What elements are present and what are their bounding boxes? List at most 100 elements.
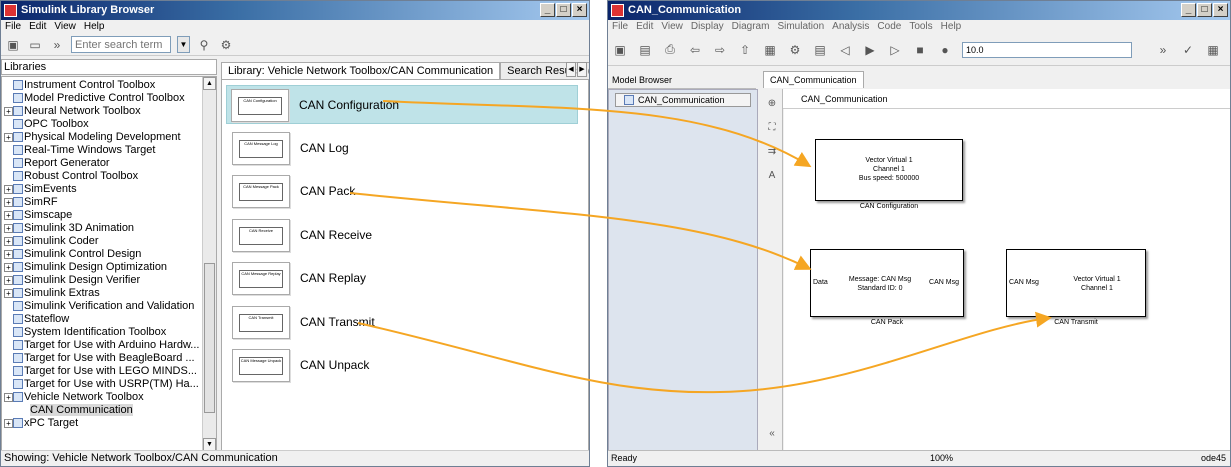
block-thumbnail[interactable]: CAN Message Replay (232, 262, 290, 295)
tab-scroll-left-icon[interactable]: ◀ (566, 62, 576, 77)
open-folder-icon[interactable]: ▭ (27, 37, 43, 53)
expand-icon[interactable]: + (4, 211, 13, 220)
tree-item[interactable]: Simulink Verification and Validation (2, 300, 216, 313)
library-block[interactable]: CAN Transmit CAN Transmit (228, 303, 578, 342)
up-icon[interactable]: ⇧ (737, 42, 753, 58)
scroll-up-icon[interactable]: ▲ (203, 77, 216, 90)
back-icon[interactable]: ⇦ (687, 42, 703, 58)
canvas-block-config[interactable]: Vector Virtual 1 Channel 1 Bus speed: 50… (815, 139, 963, 201)
lib-menu-edit[interactable]: Edit (29, 20, 46, 34)
expand-icon[interactable]: + (4, 419, 13, 428)
browser-item-model[interactable]: CAN_Communication (615, 93, 751, 107)
tree-scrollbar[interactable]: ▲ ▼ (202, 77, 216, 451)
tree-item[interactable]: + Simulink Design Optimization (2, 261, 216, 274)
tree-item[interactable]: + SimEvents (2, 183, 216, 196)
expand-icon[interactable]: + (4, 276, 13, 285)
model-minimize-button[interactable]: _ (1181, 3, 1196, 17)
library-block[interactable]: CAN Message Log CAN Log (228, 129, 578, 168)
tree-item[interactable]: Real-Time Windows Target (2, 144, 216, 157)
fit-view-icon[interactable]: ⛶ (765, 121, 779, 135)
expand-icon[interactable]: + (4, 224, 13, 233)
expand-icon[interactable]: + (4, 133, 13, 142)
tree-item[interactable]: Target for Use with USRP(TM) Ha... (2, 378, 216, 391)
model-menu-file[interactable]: File (612, 20, 628, 34)
tree-item[interactable]: + Vehicle Network Toolbox (2, 391, 216, 404)
model-menu-simulation[interactable]: Simulation (777, 20, 824, 34)
tree-item[interactable]: OPC Toolbox (2, 118, 216, 131)
tree-item[interactable]: + Neural Network Toolbox (2, 105, 216, 118)
save-icon[interactable]: ▤ (637, 42, 653, 58)
model-canvas[interactable]: Vector Virtual 1 Channel 1 Bus speed: 50… (784, 109, 1230, 451)
lib-menu-file[interactable]: File (5, 20, 21, 34)
maximize-button[interactable]: □ (556, 3, 571, 17)
tree-item[interactable]: Robust Control Toolbox (2, 170, 216, 183)
expand-icon[interactable]: + (4, 393, 13, 402)
stop-icon[interactable]: ■ (912, 42, 928, 58)
library-block[interactable]: CAN Receive CAN Receive (228, 216, 578, 255)
model-close-button[interactable]: × (1213, 3, 1228, 17)
check-icon[interactable]: ✓ (1180, 42, 1196, 58)
model-maximize-button[interactable]: □ (1197, 3, 1212, 17)
overflow-chevron-icon[interactable]: » (49, 37, 65, 53)
model-menu-analysis[interactable]: Analysis (832, 20, 869, 34)
tree-item[interactable]: + Simulink Coder (2, 235, 216, 248)
tree-item[interactable]: + Physical Modeling Development (2, 131, 216, 144)
tree-item[interactable]: CAN Communication (2, 404, 216, 417)
tree-item[interactable]: Report Generator (2, 157, 216, 170)
step-back-icon[interactable]: ◁ (837, 42, 853, 58)
library-titlebar[interactable]: Simulink Library Browser _ □ × (1, 1, 589, 20)
tree-item[interactable]: + Simulink Extras (2, 287, 216, 300)
new-model-icon[interactable]: ▣ (5, 37, 21, 53)
scroll-thumb[interactable] (204, 263, 215, 413)
block-thumbnail[interactable]: CAN Message Pack (232, 175, 290, 208)
tree-item[interactable]: + Simulink Design Verifier (2, 274, 216, 287)
tree-item[interactable]: Target for Use with LEGO MINDS... (2, 365, 216, 378)
model-menu-view[interactable]: View (661, 20, 683, 34)
annotation-icon[interactable]: A (765, 169, 779, 183)
tree-item[interactable]: Target for Use with BeagleBoard ... (2, 352, 216, 365)
block-thumbnail[interactable]: CAN Transmit (232, 305, 290, 339)
route-icon[interactable]: ⇉ (765, 145, 779, 159)
model-menu-diagram[interactable]: Diagram (732, 20, 770, 34)
library-block[interactable]: CAN Message Pack CAN Pack (228, 172, 578, 211)
tree-item[interactable]: System Identification Toolbox (2, 326, 216, 339)
block-thumbnail[interactable]: CAN Message Log (232, 131, 290, 165)
tree-item[interactable]: Instrument Control Toolbox (2, 79, 216, 92)
step-forward-icon[interactable]: ▷ (887, 42, 903, 58)
record-icon[interactable]: ● (937, 42, 953, 58)
library-block[interactable]: CAN Configuration CAN Configuration (226, 85, 578, 124)
grid-icon[interactable]: ▦ (1205, 42, 1221, 58)
zoom-in-icon[interactable]: ⊕ (765, 97, 779, 111)
model-explorer-icon[interactable]: ▤ (812, 42, 828, 58)
tree-item[interactable]: + SimRF (2, 196, 216, 209)
overflow-chevron-icon[interactable]: » (1155, 42, 1171, 58)
library-block[interactable]: CAN Message Replay CAN Replay (228, 259, 578, 298)
stop-time-input[interactable] (962, 41, 1132, 58)
model-menu-help[interactable]: Help (941, 20, 962, 34)
model-menu-display[interactable]: Display (691, 20, 724, 34)
expand-icon[interactable]: + (4, 263, 13, 272)
tree-item[interactable]: Stateflow (2, 313, 216, 326)
expand-icon[interactable]: + (4, 289, 13, 298)
expand-icon[interactable]: + (4, 198, 13, 207)
expand-icon[interactable]: + (4, 185, 13, 194)
search-input[interactable] (71, 36, 171, 53)
tab-scroll-right-icon[interactable]: ▶ (577, 62, 587, 77)
print-icon[interactable]: ⎙ (662, 42, 678, 58)
settings-icon[interactable]: ⚙ (787, 42, 803, 58)
canvas-tab[interactable]: CAN_Communication (763, 71, 864, 88)
close-button[interactable]: × (572, 3, 587, 17)
library-browser-icon[interactable]: ▦ (762, 42, 778, 58)
lib-menu-help[interactable]: Help (84, 20, 105, 34)
tree-item[interactable]: Model Predictive Control Toolbox (2, 92, 216, 105)
block-thumbnail[interactable]: CAN Message Unpack (232, 349, 290, 382)
model-menu-edit[interactable]: Edit (636, 20, 653, 34)
canvas-block-pack[interactable]: Data Message: CAN Msg Standard ID: 0 CAN… (810, 249, 964, 317)
tab-library[interactable]: Library: Vehicle Network Toolbox/CAN Com… (221, 62, 501, 79)
model-menu-tools[interactable]: Tools (909, 20, 932, 34)
block-thumbnail[interactable]: CAN Receive (232, 218, 290, 252)
new-icon[interactable]: ▣ (612, 42, 628, 58)
model-titlebar[interactable]: CAN_Communication _ □ × (608, 1, 1230, 20)
tree-item[interactable]: + Simulink 3D Animation (2, 222, 216, 235)
run-icon[interactable]: ▶ (862, 42, 878, 58)
